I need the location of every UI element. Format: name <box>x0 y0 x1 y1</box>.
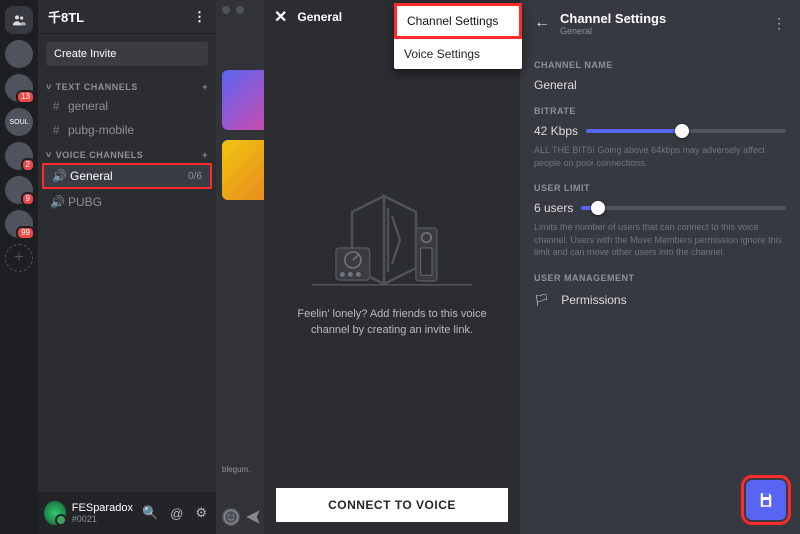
userlimit-slider[interactable]: 6 users <box>534 201 786 215</box>
badge: 2 <box>21 158 35 172</box>
server-fuze[interactable] <box>5 40 33 68</box>
channel-settings-panel: ← Channel Settings General ⋮ CHANNEL NAM… <box>520 0 800 534</box>
voice-title: General <box>297 10 342 24</box>
userlimit-value: 6 users <box>534 201 573 215</box>
search-icon[interactable]: 🔍 <box>139 502 161 524</box>
thumbnail <box>222 140 264 200</box>
send-button[interactable] <box>244 508 262 526</box>
voice-channel-general[interactable]: 🔊 General 0/6 <box>42 163 212 189</box>
save-icon <box>757 491 775 509</box>
connect-to-voice-button[interactable]: CONNECT TO VOICE <box>276 488 508 522</box>
permissions-row[interactable]: 🏳 Permissions <box>534 293 786 307</box>
close-button[interactable]: ✕ <box>274 7 287 27</box>
userlimit-label: USER LIMIT <box>534 183 786 193</box>
bitrate-slider[interactable]: 42 Kbps <box>534 124 786 138</box>
channel-name-label: CHANNEL NAME <box>534 60 786 70</box>
emoji-button[interactable] <box>222 508 240 526</box>
server-soul[interactable]: SOUL <box>5 108 33 136</box>
settings-subtitle: General <box>560 26 666 36</box>
user-footer: FESparadox #0021 🔍 @ ⚙ <box>38 492 216 534</box>
bitrate-label: BITRATE <box>534 106 786 116</box>
voice-channels-category[interactable]: ˅VOICE CHANNELS + <box>38 142 216 162</box>
chevron-down-icon: ˅ <box>46 150 52 160</box>
context-menu: Channel Settings Voice Settings <box>394 3 522 69</box>
text-channel-general[interactable]: # general <box>42 95 212 117</box>
empty-voice-text: Feelin' lonely? Add friends to this voic… <box>280 306 504 339</box>
usermgmt-label: USER MANAGEMENT <box>534 273 786 283</box>
bitrate-hint: ALL THE BITS! Going above 64kbps may adv… <box>534 144 786 169</box>
save-button[interactable] <box>746 480 786 520</box>
speaker-icon: 🔊 <box>50 195 62 209</box>
people-icon <box>11 12 27 28</box>
settings-title: Channel Settings <box>560 11 666 26</box>
more-icon[interactable]: ⋮ <box>772 15 786 32</box>
server-name: 千8TL <box>48 7 84 26</box>
menu-channel-settings[interactable]: Channel Settings <box>394 3 522 39</box>
back-button[interactable]: ← <box>534 14 550 32</box>
empty-voice-illustration <box>312 172 472 292</box>
username: FESparadox <box>72 503 133 514</box>
channel-sidebar: 千8TL ⋮ Create Invite ˅TEXT CHANNELS + # … <box>38 0 216 534</box>
menu-voice-settings[interactable]: Voice Settings <box>394 39 522 69</box>
partial-content-strip: urrently my First y video's blegum. <box>216 0 264 534</box>
voice-channel-panel: ✕ General Channel Settings Voice Setting… <box>264 0 520 534</box>
send-icon <box>244 508 262 526</box>
add-server-button[interactable]: + <box>5 244 33 272</box>
hash-icon: # <box>50 123 62 137</box>
server-bot[interactable]: 9 <box>5 176 33 204</box>
speaker-icon: 🔊 <box>52 169 64 183</box>
settings-icon[interactable]: ⚙ <box>192 502 210 524</box>
server-art[interactable]: 13 <box>5 74 33 102</box>
add-text-channel-icon[interactable]: + <box>202 82 208 92</box>
server-nitro[interactable]: 99 <box>5 210 33 238</box>
text-channels-category[interactable]: ˅TEXT CHANNELS + <box>38 74 216 94</box>
slider-thumb[interactable] <box>591 201 605 215</box>
badge: 99 <box>16 226 35 240</box>
badge: 13 <box>16 90 35 104</box>
voice-channel-pubg[interactable]: 🔊 PUBG <box>42 191 212 213</box>
server-clash[interactable]: 2 <box>5 142 33 170</box>
smile-icon <box>222 508 240 526</box>
create-invite-button[interactable]: Create Invite <box>46 42 208 66</box>
avatar[interactable] <box>44 501 66 525</box>
text-channel-pubg-mobile[interactable]: # pubg-mobile <box>42 119 212 141</box>
member-count: 0/6 <box>188 171 202 182</box>
flag-icon: 🏳 <box>534 293 549 307</box>
bitrate-value: 42 Kbps <box>534 124 578 138</box>
userlimit-hint: Limits the number of users that can conn… <box>534 221 786 259</box>
mentions-icon[interactable]: @ <box>167 503 186 524</box>
server-rail: 13 SOUL 2 9 99 + <box>0 0 38 534</box>
badge: 9 <box>21 192 35 206</box>
chevron-down-icon: ˅ <box>46 82 52 92</box>
thumbnail <box>222 70 264 130</box>
user-tag: #0021 <box>72 514 133 524</box>
add-voice-channel-icon[interactable]: + <box>202 150 208 160</box>
slider-thumb[interactable] <box>675 124 689 138</box>
server-header[interactable]: 千8TL ⋮ <box>38 0 216 34</box>
channel-name-field[interactable]: General <box>534 78 786 92</box>
friends-button[interactable] <box>5 6 33 34</box>
server-menu-icon[interactable]: ⋮ <box>193 9 206 25</box>
hash-icon: # <box>50 99 62 113</box>
